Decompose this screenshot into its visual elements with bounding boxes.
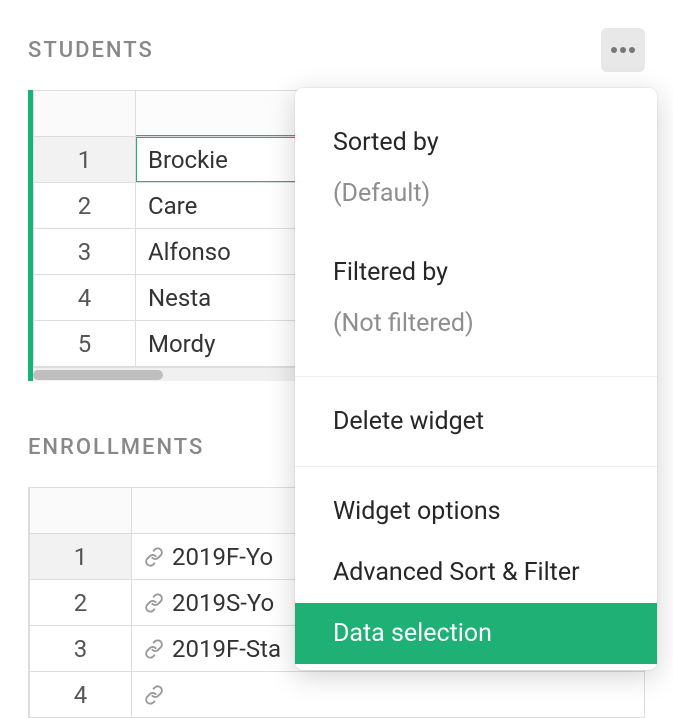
row-number[interactable]: 5 xyxy=(34,321,136,367)
menu-sorted-by-value: (Default) xyxy=(295,173,657,224)
row-number[interactable]: 1 xyxy=(34,137,136,183)
row-number[interactable]: 3 xyxy=(30,626,132,672)
row-number[interactable]: 3 xyxy=(34,229,136,275)
menu-filtered-by-value: (Not filtered) xyxy=(295,303,657,354)
menu-filtered-by[interactable]: Filtered by xyxy=(295,242,657,303)
row-number[interactable]: 4 xyxy=(30,672,132,718)
cell-class-text: 2019F-Sta xyxy=(172,635,281,663)
row-number-header[interactable] xyxy=(30,488,132,534)
link-icon xyxy=(144,545,164,565)
menu-advanced-sort-filter[interactable]: Advanced Sort & Filter xyxy=(295,542,657,603)
more-button[interactable] xyxy=(601,28,645,72)
link-icon xyxy=(144,637,164,657)
more-icon xyxy=(611,47,617,53)
row-number[interactable]: 2 xyxy=(30,580,132,626)
row-number[interactable]: 1 xyxy=(30,534,132,580)
widget-menu: Sorted by (Default) Filtered by (Not fil… xyxy=(295,88,657,670)
link-icon xyxy=(144,683,164,703)
menu-widget-options[interactable]: Widget options xyxy=(295,481,657,542)
menu-data-selection[interactable]: Data selection xyxy=(295,603,657,664)
students-title: STUDENTS xyxy=(28,38,154,63)
row-number[interactable]: 2 xyxy=(34,183,136,229)
menu-sorted-by[interactable]: Sorted by xyxy=(295,112,657,173)
table-row[interactable]: 4 xyxy=(30,672,645,718)
cell-class[interactable] xyxy=(132,672,645,718)
scrollbar-thumb[interactable] xyxy=(33,370,163,380)
menu-delete-widget[interactable]: Delete widget xyxy=(295,391,657,452)
row-number[interactable]: 4 xyxy=(34,275,136,321)
row-number-header[interactable] xyxy=(34,91,136,137)
cell-class-text: 2019S-Yo xyxy=(172,589,274,617)
enrollments-title: ENROLLMENTS xyxy=(28,435,204,460)
cell-class-text: 2019F-Yo xyxy=(172,543,273,571)
link-icon xyxy=(144,591,164,611)
